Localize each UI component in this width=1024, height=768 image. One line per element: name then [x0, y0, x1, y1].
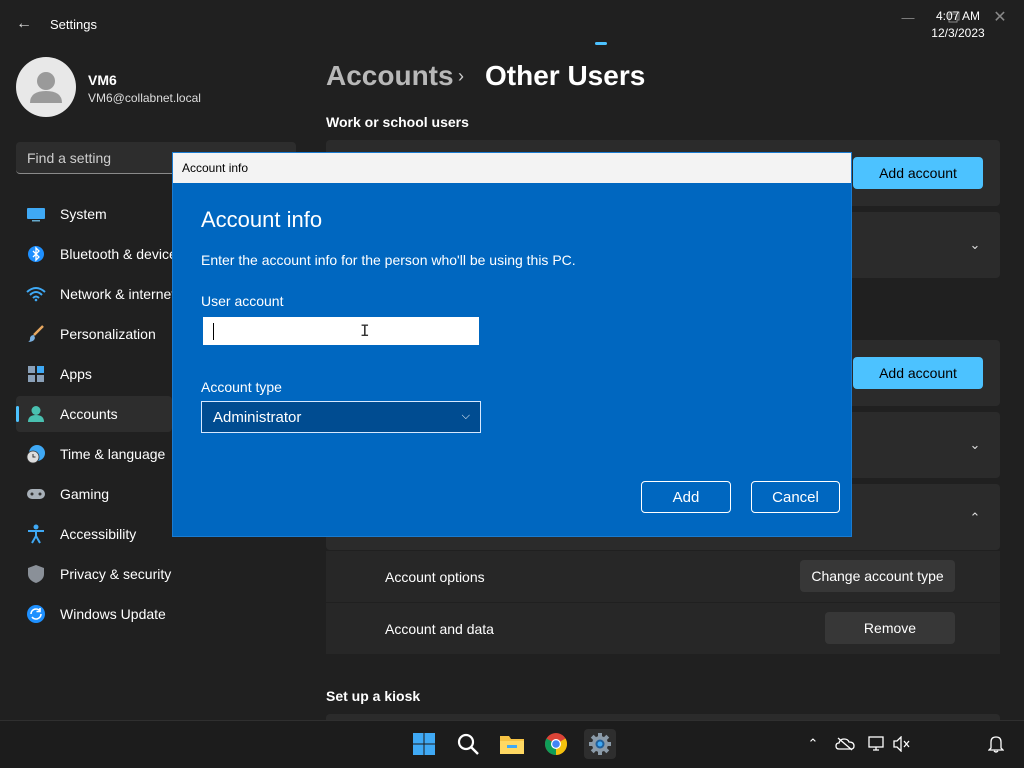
- chevron-down-icon[interactable]: ⌄: [965, 235, 985, 255]
- accessibility-icon: [26, 524, 46, 544]
- wifi-icon: [26, 285, 46, 303]
- active-app-indicator: [595, 42, 607, 45]
- network-button[interactable]: [867, 734, 887, 754]
- update-icon: [26, 605, 46, 623]
- clock-globe-icon: [26, 445, 46, 464]
- dialog-title-bar: Account info: [173, 153, 851, 183]
- minimize-button[interactable]: —: [888, 6, 928, 28]
- sidebar-item-network[interactable]: Network & internet: [16, 276, 172, 312]
- breadcrumb-separator: ›: [458, 66, 464, 86]
- sidebar-item-label: Accessibility: [60, 526, 137, 542]
- monitor-icon: [26, 205, 46, 223]
- taskbar-search-button[interactable]: [452, 729, 484, 759]
- sidebar-item-label: Bluetooth & devices: [60, 246, 172, 262]
- settings-gear-icon: [589, 733, 611, 755]
- chevron-up-icon: ⌃: [807, 736, 819, 751]
- dialog-description: Enter the account info for the person wh…: [201, 252, 576, 268]
- dialog-heading: Account info: [201, 207, 323, 232]
- change-account-type-button[interactable]: Change account type: [800, 560, 955, 592]
- account-type-label: Account type: [201, 379, 282, 395]
- minimize-icon: —: [901, 9, 915, 25]
- apps-icon: [26, 365, 46, 383]
- account-type-value: Administrator: [213, 409, 302, 426]
- avatar[interactable]: [16, 57, 76, 117]
- clock-time[interactable]: 4:07 AM: [930, 9, 986, 23]
- notification-bell-icon: [988, 736, 1004, 753]
- sidebar-item-label: Personalization: [60, 326, 156, 342]
- breadcrumb-accounts[interactable]: Accounts: [326, 60, 454, 92]
- chevron-down-icon: ⌵: [461, 410, 470, 422]
- add-button[interactable]: Add: [641, 481, 731, 513]
- cancel-button[interactable]: Cancel: [751, 481, 840, 513]
- search-icon: [457, 733, 479, 755]
- arrow-left-icon: ←: [16, 15, 32, 32]
- section-title-kiosk: Set up a kiosk: [326, 688, 421, 704]
- sidebar-item-label: Windows Update: [60, 606, 166, 622]
- sidebar-item-label: System: [60, 206, 107, 222]
- section-title-work-school: Work or school users: [326, 114, 469, 130]
- text-cursor-icon: I: [360, 321, 370, 340]
- title-bar: ← Settings — ✕: [0, 0, 1024, 48]
- user-avatar-icon: [30, 72, 62, 103]
- text-caret: [213, 323, 214, 340]
- chrome-icon: [545, 733, 567, 755]
- user-account-input[interactable]: [203, 317, 479, 345]
- show-hidden-icons-button[interactable]: ⌃: [803, 734, 823, 754]
- settings-taskbar-button[interactable]: [584, 729, 616, 759]
- onedrive-button[interactable]: [835, 734, 855, 754]
- user-account-label: User account: [201, 293, 284, 309]
- sidebar-item-label: Gaming: [60, 486, 110, 502]
- search-placeholder: Find a setting: [27, 150, 112, 166]
- gamepad-icon: [26, 485, 46, 503]
- notification-button[interactable]: [986, 734, 1006, 754]
- sidebar-item-privacy[interactable]: Privacy & security: [16, 556, 296, 592]
- chevron-down-icon[interactable]: ⌄: [965, 435, 985, 455]
- chrome-button[interactable]: [540, 729, 572, 759]
- add-work-account-button[interactable]: Add account: [853, 157, 983, 189]
- file-explorer-button[interactable]: [496, 729, 528, 759]
- start-button[interactable]: [408, 729, 440, 759]
- person-icon: [26, 405, 46, 423]
- account-type-select[interactable]: Administrator ⌵: [201, 401, 481, 433]
- back-button[interactable]: ←: [10, 12, 38, 36]
- file-explorer-icon: [500, 736, 524, 754]
- chevron-up-icon[interactable]: ⌃: [965, 508, 985, 528]
- sidebar-item-label: Time & language: [60, 446, 166, 462]
- network-icon: [868, 736, 884, 751]
- app-title: Settings: [50, 17, 97, 32]
- sidebar-item-windows-update[interactable]: Windows Update: [16, 596, 296, 632]
- user-name: VM6: [88, 72, 117, 88]
- volume-muted-icon: [893, 736, 910, 752]
- sidebar-item-label: Privacy & security: [60, 566, 172, 582]
- close-button[interactable]: ✕: [980, 6, 1020, 28]
- sidebar-item-label: Accounts: [60, 406, 118, 422]
- shield-icon: [26, 565, 46, 583]
- remove-button[interactable]: Remove: [825, 612, 955, 644]
- volume-button[interactable]: [892, 734, 912, 754]
- add-other-user-button[interactable]: Add account: [853, 357, 983, 389]
- close-icon: ✕: [993, 9, 1007, 26]
- account-options-label: Account options: [385, 569, 485, 585]
- account-data-label: Account and data: [385, 621, 494, 637]
- dialog-window-title: Account info: [182, 161, 249, 175]
- sidebar-item-bluetooth[interactable]: Bluetooth & devices: [16, 236, 172, 272]
- brush-icon: [26, 325, 46, 343]
- start-icon: [413, 733, 435, 755]
- page-title: Other Users: [485, 60, 646, 91]
- account-info-dialog: Account info Account info Enter the acco…: [172, 152, 852, 537]
- sidebar-item-label: Apps: [60, 366, 92, 382]
- clock-date[interactable]: 12/3/2023: [922, 26, 994, 40]
- sidebar-item-accounts[interactable]: Accounts: [16, 396, 172, 432]
- sidebar-item-label: Network & internet: [60, 286, 172, 302]
- user-email: VM6@collabnet.local: [88, 91, 201, 105]
- bluetooth-icon: [26, 245, 46, 263]
- onedrive-icon: [835, 737, 855, 751]
